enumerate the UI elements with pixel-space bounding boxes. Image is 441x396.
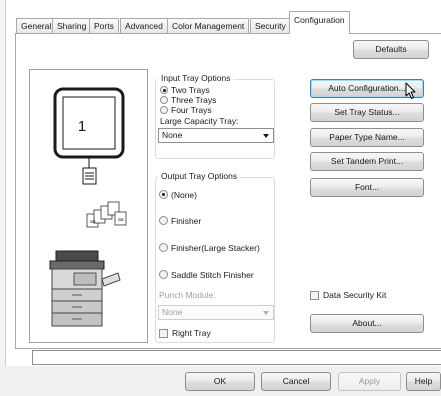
document-icon <box>82 167 97 185</box>
tab-general[interactable]: General <box>16 18 57 33</box>
radio-three-trays-label: Three Trays <box>171 95 217 105</box>
tray-number: 1 <box>78 118 86 135</box>
input-tray-options-title: Input Tray Options <box>158 73 234 83</box>
printer-machine-icon <box>49 250 121 327</box>
stacked-pages-icon: aa aa <box>86 201 127 228</box>
radio-button-icon[interactable] <box>159 216 168 225</box>
tab-sharing[interactable]: Sharing <box>52 18 92 33</box>
tab-security[interactable]: Security <box>250 18 291 33</box>
data-security-kit-label: Data Security Kit <box>323 290 387 300</box>
radio-finisher-label: Finisher <box>171 216 202 226</box>
large-capacity-tray-label: Large Capacity Tray: <box>160 116 239 126</box>
right-tray-checkbox[interactable] <box>159 329 168 338</box>
apply-button[interactable]: Apply <box>338 372 401 391</box>
radio-finisher-large-stacker-label: Finisher(Large Stacker) <box>171 243 260 253</box>
tab-configuration[interactable]: Configuration <box>289 11 350 34</box>
chevron-down-icon <box>263 134 269 138</box>
cancel-button[interactable]: Cancel <box>261 372 331 391</box>
punch-module-select[interactable]: None <box>158 305 274 320</box>
radio-button-icon[interactable] <box>160 106 168 114</box>
chevron-down-icon <box>263 311 269 315</box>
ok-button[interactable]: OK <box>185 372 255 391</box>
radio-output-none[interactable]: (None) <box>159 190 197 201</box>
data-security-kit-checkbox[interactable] <box>310 291 319 300</box>
set-tandem-print-button[interactable]: Set Tandem Print... <box>310 152 424 171</box>
paper-type-name-button[interactable]: Paper Type Name... <box>310 128 424 147</box>
tab-color-management[interactable]: Color Management <box>167 18 250 33</box>
radio-button-icon[interactable] <box>160 86 168 94</box>
radio-four-trays[interactable]: Four Trays <box>160 105 212 116</box>
tab-ports[interactable]: Ports <box>89 18 119 33</box>
tab-advanced[interactable]: Advanced <box>120 18 168 33</box>
radio-four-trays-label: Four Trays <box>171 105 212 115</box>
mouse-cursor-icon <box>405 82 416 99</box>
radio-finisher-large-stacker[interactable]: Finisher(Large Stacker) <box>159 243 260 254</box>
radio-button-icon[interactable] <box>159 270 168 279</box>
large-capacity-tray-value: None <box>162 130 183 140</box>
help-button[interactable]: Help <box>406 372 441 391</box>
about-button[interactable]: About... <box>310 314 424 333</box>
window-left-edge <box>0 0 6 396</box>
radio-button-icon[interactable] <box>160 96 168 104</box>
status-field <box>32 350 441 365</box>
output-tray-options-title: Output Tray Options <box>158 171 241 181</box>
printer-preview-panel: aa aa 1 <box>29 69 148 343</box>
radio-button-icon[interactable] <box>159 243 168 252</box>
radio-finisher[interactable]: Finisher <box>159 216 201 227</box>
radio-saddle-stitch-finisher-label: Saddle Stitch Finisher <box>171 270 254 280</box>
radio-output-none-label: (None) <box>171 190 197 200</box>
defaults-button[interactable]: Defaults <box>353 40 429 59</box>
large-capacity-tray-select[interactable]: None <box>158 128 274 143</box>
printer-preview-graphic: aa aa 1 <box>49 87 127 327</box>
set-tray-status-button[interactable]: Set Tray Status... <box>310 103 424 122</box>
punch-module-value: None <box>162 307 183 317</box>
font-button[interactable]: Font... <box>310 178 424 197</box>
right-tray-label: Right Tray <box>172 328 211 338</box>
radio-two-trays-label: Two Trays <box>171 85 210 95</box>
radio-button-icon[interactable] <box>159 190 168 199</box>
radio-saddle-stitch-finisher[interactable]: Saddle Stitch Finisher <box>159 270 254 281</box>
svg-text:aa: aa <box>118 217 124 223</box>
svg-text:aa: aa <box>90 219 96 225</box>
punch-module-label: Punch Module: <box>159 290 216 300</box>
